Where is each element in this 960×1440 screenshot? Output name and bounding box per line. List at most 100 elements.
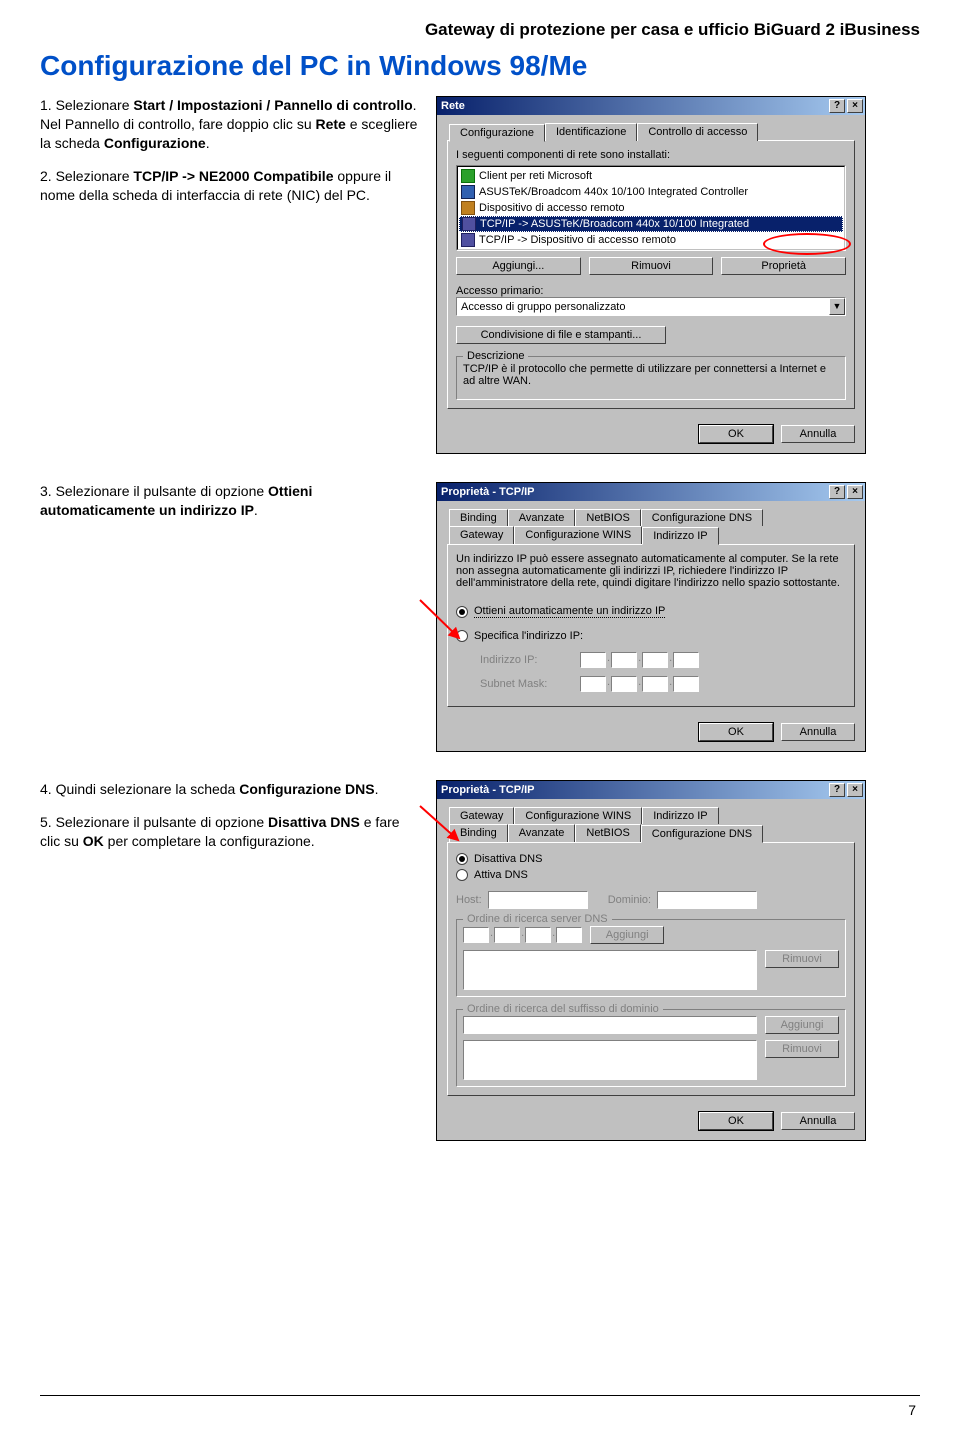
ip-label: Indirizzo IP:: [480, 654, 570, 666]
radio-disable-dns[interactable]: Disattiva DNS: [456, 851, 846, 867]
list-item[interactable]: TCP/IP -> Dispositivo di accesso remoto: [459, 232, 843, 248]
step1-bold3: Configurazione: [104, 135, 206, 151]
tab-identificazione[interactable]: Identificazione: [545, 123, 637, 141]
domain-label: Dominio:: [608, 894, 651, 906]
tab-avanzate[interactable]: Avanzate: [508, 509, 576, 526]
step4-text: 4. Quindi selezionare la scheda: [40, 781, 239, 797]
tab-indirizzo-ip[interactable]: Indirizzo IP: [642, 527, 718, 545]
host-label: Host:: [456, 894, 482, 906]
description-text: TCP/IP è il protocollo che permette di u…: [463, 363, 839, 393]
remove-button[interactable]: Rimuovi: [589, 257, 714, 275]
add-button: Aggiungi: [765, 1016, 839, 1034]
primary-access-label: Accesso primario:: [456, 285, 846, 297]
step3-text: 3. Selezionare il pulsante di opzione: [40, 483, 268, 499]
cancel-button[interactable]: Annulla: [781, 1112, 855, 1130]
combo-value: Accesso di gruppo personalizzato: [457, 301, 829, 313]
tab-controllo-accesso[interactable]: Controllo di accesso: [637, 123, 758, 141]
tab-conf-wins[interactable]: Configurazione WINS: [514, 526, 642, 544]
suffix-listbox: [463, 1040, 757, 1080]
list-item[interactable]: Client per reti Microsoft: [459, 168, 843, 184]
section-2: 3. Selezionare il pulsante di opzione Ot…: [40, 482, 920, 752]
tab-gateway[interactable]: Gateway: [449, 807, 514, 824]
page-title: Configurazione del PC in Windows 98/Me: [40, 50, 920, 82]
instructions-2: 3. Selezionare il pulsante di opzione Ot…: [40, 482, 420, 752]
instructions-3: 4. Quindi selezionare la scheda Configur…: [40, 780, 420, 1141]
protocol-icon: [461, 233, 475, 247]
primary-access-combo[interactable]: Accesso di gruppo personalizzato ▼: [456, 297, 846, 316]
radio-label: Specifica l'indirizzo IP:: [474, 630, 583, 642]
tab-binding[interactable]: Binding: [449, 824, 508, 842]
cancel-button[interactable]: Annulla: [781, 723, 855, 741]
ip-input: ...: [580, 652, 699, 668]
components-listbox[interactable]: Client per reti Microsoft ASUSTeK/Broadc…: [456, 165, 846, 251]
radio-icon: [456, 630, 468, 642]
cancel-button[interactable]: Annulla: [781, 425, 855, 443]
dialog-title: Proprietà - TCP/IP: [441, 486, 535, 498]
tab-conf-dns[interactable]: Configurazione DNS: [641, 509, 763, 526]
properties-button[interactable]: Proprietà: [721, 257, 846, 275]
remove-button: Rimuovi: [765, 1040, 839, 1058]
dns-search-label: Ordine di ricerca server DNS: [463, 913, 612, 925]
help-icon[interactable]: ?: [829, 99, 845, 113]
list-item-label: ASUSTeK/Broadcom 440x 10/100 Integrated …: [479, 186, 748, 198]
radio-icon: [456, 869, 468, 881]
radio-auto-ip[interactable]: Ottieni automaticamente un indirizzo IP: [456, 603, 846, 620]
domain-input: [657, 891, 757, 909]
list-item[interactable]: ASUSTeK/Broadcom 440x 10/100 Integrated …: [459, 184, 843, 200]
list-item[interactable]: Dispositivo di accesso remoto: [459, 200, 843, 216]
step4-end: .: [375, 781, 379, 797]
remove-button: Rimuovi: [765, 950, 839, 968]
tabs: Configurazione Identificazione Controllo…: [447, 123, 855, 141]
description-label: Descrizione: [463, 350, 528, 362]
protocol-icon: [462, 217, 476, 231]
step3-end: .: [254, 502, 258, 518]
step1-bold1: Start / Impostazioni / Pannello di contr…: [133, 97, 412, 113]
suffix-search-label: Ordine di ricerca del suffisso di domini…: [463, 1003, 663, 1015]
host-input: [488, 891, 588, 909]
radio-specify-ip[interactable]: Specifica l'indirizzo IP:: [456, 628, 846, 644]
tab-netbios[interactable]: NetBIOS: [575, 509, 640, 526]
step1-end: .: [206, 135, 210, 151]
tab-gateway[interactable]: Gateway: [449, 526, 514, 544]
tab-conf-dns[interactable]: Configurazione DNS: [641, 825, 763, 843]
dns-ip-input: ...: [463, 927, 582, 943]
close-icon[interactable]: ×: [847, 783, 863, 797]
radio-icon: [456, 606, 468, 618]
file-share-button[interactable]: Condivisione di file e stampanti...: [456, 326, 666, 344]
radio-label: Attiva DNS: [474, 869, 528, 881]
step2-bold: TCP/IP -> NE2000 Compatibile: [133, 168, 333, 184]
chevron-down-icon[interactable]: ▼: [829, 298, 845, 315]
close-icon[interactable]: ×: [847, 485, 863, 499]
help-icon[interactable]: ?: [829, 783, 845, 797]
suffix-input: [463, 1016, 757, 1034]
list-item-label: Dispositivo di accesso remoto: [479, 202, 625, 214]
ip-description: Un indirizzo IP può essere assegnato aut…: [456, 553, 846, 589]
add-button[interactable]: Aggiungi...: [456, 257, 581, 275]
ok-button[interactable]: OK: [699, 425, 773, 443]
step5-end: per completare la configurazione.: [104, 833, 315, 849]
tab-indirizzo-ip[interactable]: Indirizzo IP: [642, 807, 718, 824]
help-icon[interactable]: ?: [829, 485, 845, 499]
dialog-tcpip-ip: Proprietà - TCP/IP ? × Binding Avanzate …: [436, 482, 866, 752]
ok-button[interactable]: OK: [699, 723, 773, 741]
add-button: Aggiungi: [590, 926, 664, 944]
dialog-titlebar: Rete ? ×: [437, 97, 865, 115]
close-icon[interactable]: ×: [847, 99, 863, 113]
list-item-label: TCP/IP -> ASUSTeK/Broadcom 440x 10/100 I…: [480, 218, 749, 230]
list-item-selected[interactable]: TCP/IP -> ASUSTeK/Broadcom 440x 10/100 I…: [459, 216, 843, 232]
tab-avanzate[interactable]: Avanzate: [508, 824, 576, 842]
section-3: 4. Quindi selezionare la scheda Configur…: [40, 780, 920, 1141]
step1-bold2: Rete: [316, 116, 346, 132]
tab-binding[interactable]: Binding: [449, 509, 508, 526]
list-item-label: Client per reti Microsoft: [479, 170, 592, 182]
tab-configurazione[interactable]: Configurazione: [449, 124, 545, 142]
radio-enable-dns[interactable]: Attiva DNS: [456, 867, 846, 883]
tab-netbios[interactable]: NetBIOS: [575, 824, 640, 842]
dialog-tcpip-dns: Proprietà - TCP/IP ? × Gateway Configura…: [436, 780, 866, 1141]
radio-icon: [456, 853, 468, 865]
ok-button[interactable]: OK: [699, 1112, 773, 1130]
tabs: Gateway Configurazione WINS Indirizzo IP…: [447, 807, 855, 842]
radio-label: Ottieni automaticamente un indirizzo IP: [474, 605, 665, 618]
step5-bold1: Disattiva DNS: [268, 814, 360, 830]
tab-conf-wins[interactable]: Configurazione WINS: [514, 807, 642, 824]
